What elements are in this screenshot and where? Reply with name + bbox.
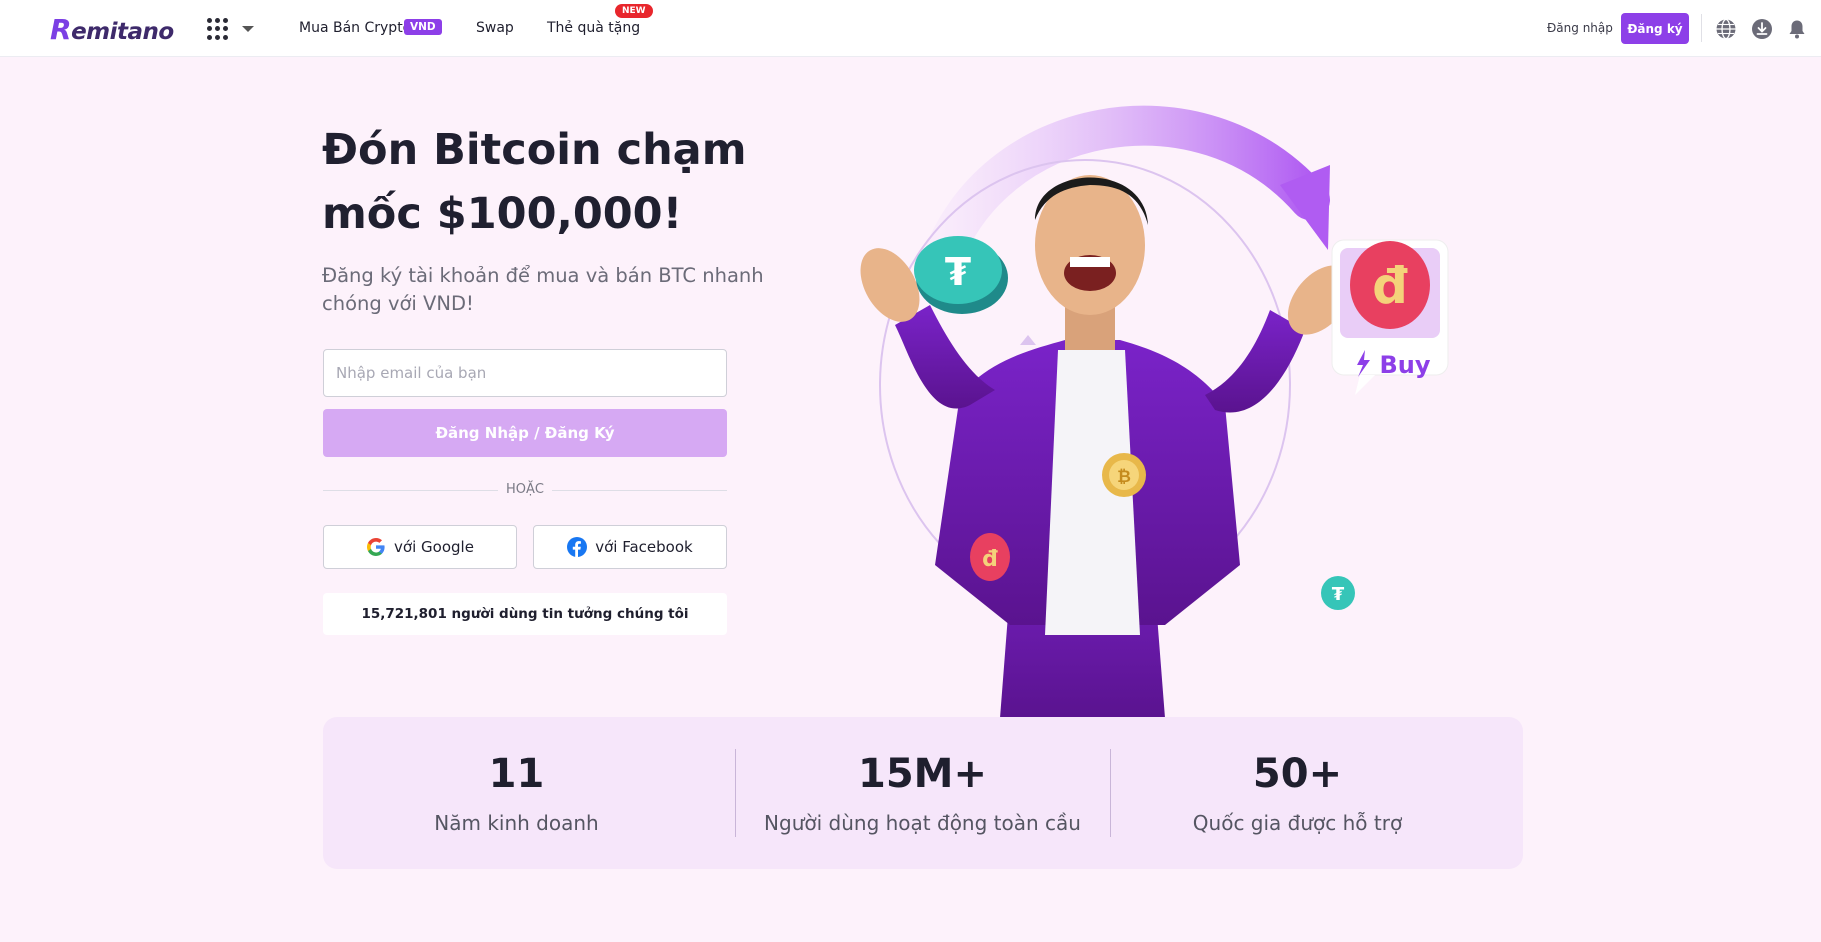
tether-coin-icon: ₮ — [914, 236, 1008, 314]
bitcoin-coin-icon: ₿ — [1102, 453, 1146, 497]
nav-gift-cards[interactable]: Thẻ quà tặng — [547, 20, 640, 36]
facebook-label: với Facebook — [595, 538, 693, 556]
bell-icon[interactable] — [1786, 18, 1808, 40]
stat-value: 11 — [488, 751, 545, 797]
svg-text:đ: đ — [982, 547, 998, 572]
login-link[interactable]: Đăng nhập — [1547, 21, 1613, 35]
email-input[interactable] — [323, 349, 727, 397]
stat-countries: 50+ Quốc gia được hỗ trợ — [1110, 717, 1485, 869]
apps-grid-icon[interactable] — [207, 18, 229, 40]
svg-text:₿: ₿ — [1117, 467, 1131, 487]
vnd-coin-small-icon: đ — [970, 533, 1010, 581]
vnd-badge: VND — [404, 19, 442, 35]
svg-text:₮: ₮ — [945, 250, 971, 294]
stats-panel: 11 Năm kinh doanh 15M+ Người dùng hoạt đ… — [323, 717, 1523, 869]
stat-label: Quốc gia được hỗ trợ — [1192, 811, 1403, 835]
trust-counter: 15,721,801 người dùng tin tưởng chúng tô… — [323, 593, 727, 635]
download-icon[interactable] — [1751, 18, 1773, 40]
facebook-icon — [567, 537, 588, 557]
logo-initial: R — [50, 13, 72, 46]
globe-icon[interactable] — [1715, 18, 1737, 40]
header-divider — [1701, 14, 1702, 42]
stat-label: Người dùng hoạt động toàn cầu — [764, 811, 1081, 835]
or-divider-left — [323, 490, 498, 491]
nav-swap[interactable]: Swap — [476, 20, 514, 36]
nav-buy-sell-crypto[interactable]: Mua Bán Crypto — [299, 20, 411, 36]
stat-label: Năm kinh doanh — [434, 811, 599, 835]
new-badge: NEW — [615, 4, 653, 18]
facebook-login-button[interactable]: với Facebook — [533, 525, 727, 569]
stat-years: 11 Năm kinh doanh — [323, 717, 710, 869]
logo-text: emitano — [71, 19, 174, 45]
or-divider-right — [552, 490, 727, 491]
hero-subtitle: Đăng ký tài khoản để mua và bán BTC nhan… — [322, 264, 764, 315]
buy-card-label: Buy — [1379, 351, 1430, 379]
remitano-logo[interactable]: Remitano — [50, 13, 174, 46]
svg-text:₮: ₮ — [1332, 584, 1345, 605]
login-register-button[interactable]: Đăng Nhập / Đăng Ký — [323, 409, 727, 457]
buy-card: đ Buy — [1331, 239, 1449, 395]
chevron-down-icon[interactable] — [242, 26, 254, 32]
or-label: HOẶC — [506, 482, 544, 497]
google-label: với Google — [394, 538, 474, 556]
tether-coin-small-icon: ₮ — [1321, 576, 1355, 610]
google-login-button[interactable]: với Google — [323, 525, 517, 569]
stat-value: 50+ — [1252, 751, 1343, 797]
stat-value: 15M+ — [858, 751, 987, 797]
google-icon — [367, 538, 385, 556]
svg-text:đ: đ — [1372, 257, 1408, 315]
hero-illustration: ₮ ₮ đ ₿ đ Buy — [860, 105, 1449, 718]
signup-button[interactable]: Đăng ký — [1621, 13, 1689, 44]
stat-users: 15M+ Người dùng hoạt động toàn cầu — [735, 717, 1110, 869]
top-header: Remitano Mua Bán Crypto VND Swap Thẻ quà… — [0, 0, 1821, 57]
hero-title: Đón Bitcoin chạm mốc $100,000! — [322, 125, 747, 239]
